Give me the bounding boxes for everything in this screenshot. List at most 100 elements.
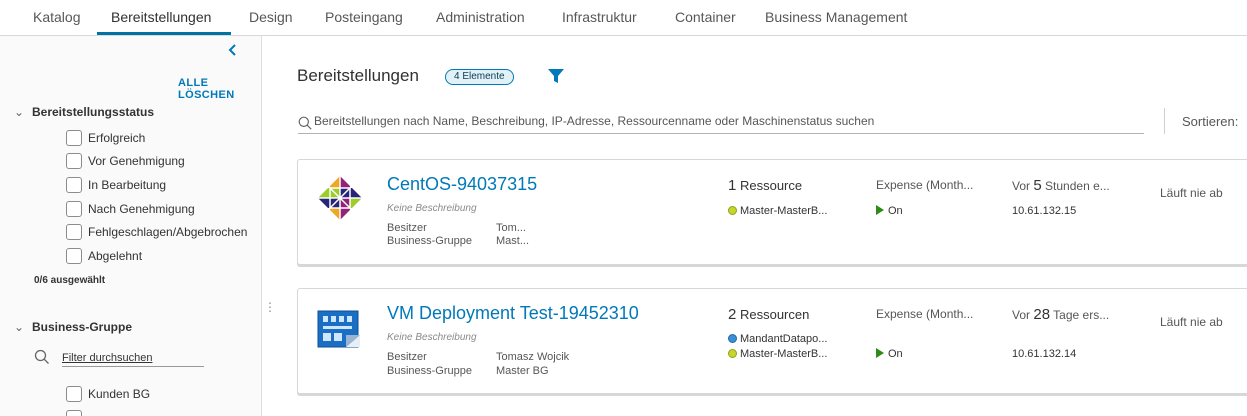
play-icon [876,348,884,358]
resource-count-word: Ressource [739,178,803,193]
tab-business-management[interactable]: Business Management [765,9,907,25]
chevron-down-icon: ⌄ [14,105,25,119]
created-prefix: Vor [1012,179,1031,193]
tab-design[interactable]: Design [249,9,293,25]
resource-count-word: Ressourcen [739,307,810,322]
sidebar-resize-handle[interactable]: ⋮ [264,300,276,314]
group-filter-search [34,349,206,367]
group-value: Mast... [496,235,530,247]
resource-count[interactable]: 2 Ressourcen [728,306,809,323]
top-navigation: Katalog Bereitstellungen Design Posteing… [0,0,1247,36]
tab-posteingang[interactable]: Posteingang [325,9,403,25]
deployment-card[interactable]: CentOS-94037315 Keine Beschreibung Besit… [297,159,1247,265]
status-option-erfolgreich[interactable]: Erfolgreich [66,130,145,148]
clear-all-button[interactable]: ALLE LÖSCHEN [178,77,261,101]
expense-label: Expense (Month... [876,178,974,192]
group-label: Business-Gruppe [387,365,472,377]
group-option-partial[interactable] [66,410,88,416]
filter-icon[interactable] [547,68,565,84]
status-option-in-bearbeitung[interactable]: In Bearbeitung [66,177,166,195]
datastore-icon [728,334,737,343]
status-option-nach-genehmigung[interactable]: Nach Genehmigung [66,201,195,219]
lease-status: Läuft nie ab [1160,186,1223,200]
checkbox[interactable] [66,410,82,416]
created-suffix: Stunden e... [1045,179,1110,193]
resource-name: MandantDatapo... [740,333,828,345]
play-icon [876,205,884,215]
option-label: Nach Genehmigung [88,202,195,216]
owner-label: Besitzer [387,351,427,363]
group-row: Business-Gruppe Master BG [387,365,549,377]
resource-item[interactable]: MandantDatapo... [728,333,827,345]
created-number: 28 [1033,306,1051,323]
created-time: Vor 28 Tage ers... [1012,306,1109,323]
status-option-vor-genehmigung[interactable]: Vor Genehmigung [66,153,185,171]
option-label: Erfolgreich [88,131,146,145]
group-section-title: Business-Gruppe [32,320,133,334]
owner-row: Besitzer Tom... [387,222,526,234]
tab-bereitstellungen[interactable]: Bereitstellungen [111,9,211,25]
ip-address: 10.61.132.14 [1012,348,1077,360]
item-count-badge: 4 Elemente [445,69,514,85]
deployment-card[interactable]: VM Deployment Test-19452310 Keine Beschr… [297,288,1247,394]
group-row: Business-Gruppe Mast... [387,235,529,247]
power-state: On [888,348,903,360]
checkbox[interactable] [66,224,82,240]
sort-dropdown[interactable]: Sortieren: [1182,114,1238,129]
active-tab-indicator [97,32,231,35]
resource-name: Master-MasterB... [740,348,828,360]
created-prefix: Vor [1012,308,1031,322]
group-option-kunden-bg[interactable]: Kunden BG [66,386,150,404]
deployment-description: Keine Beschreibung [387,203,477,214]
deployment-name-link[interactable]: CentOS-94037315 [387,174,537,195]
checkbox[interactable] [66,248,82,264]
lease-status: Läuft nie ab [1160,315,1223,329]
divider [1164,108,1165,134]
owner-label: Besitzer [387,222,427,234]
resource-name: Master-MasterB... [740,205,828,217]
filter-sidebar: ALLE LÖSCHEN ⌄ Bereitstellungsstatus Erfo… [0,36,262,416]
status-section-header[interactable]: ⌄ Bereitstellungsstatus [14,105,154,119]
owner-value: Tom... [496,222,526,234]
owner-row: Besitzer Tomasz Wojcik [387,351,569,363]
status-section-title: Bereitstellungsstatus [32,105,155,119]
group-section-header[interactable]: ⌄ Business-Gruppe [14,320,132,334]
resource-count[interactable]: 1 Ressource [728,177,802,194]
group-value: Master BG [496,365,549,377]
tab-container[interactable]: Container [675,9,736,25]
option-label: Kunden BG [88,387,151,401]
group-filter-input[interactable] [62,349,204,367]
resource-item[interactable]: Master-MasterB... [728,205,827,217]
chevron-left-icon[interactable] [226,42,240,58]
resource-item[interactable]: Master-MasterB... [728,348,827,360]
created-time: Vor 5 Stunden e... [1012,177,1110,194]
status-option-abgelehnt[interactable]: Abgelehnt [66,248,142,266]
checkbox[interactable] [66,130,82,146]
status-option-fehlgeschlagen[interactable]: Fehlgeschlagen/Abgebrochen [66,224,247,242]
created-number: 5 [1033,177,1042,194]
option-label: Abgelehnt [88,249,143,263]
deployment-name-link[interactable]: VM Deployment Test-19452310 [387,303,639,324]
checkbox[interactable] [66,201,82,217]
expense-label: Expense (Month... [876,307,974,321]
vm-icon [728,206,737,215]
checkbox[interactable] [66,177,82,193]
search-input[interactable] [314,114,1134,128]
deployment-search[interactable] [298,112,1144,134]
tab-katalog[interactable]: Katalog [33,9,80,25]
resource-count-number: 1 [728,177,737,194]
checkbox[interactable] [66,386,82,402]
tab-administration[interactable]: Administration [436,9,525,25]
owner-value: Tomasz Wojcik [496,351,570,363]
tab-infrastruktur[interactable]: Infrastruktur [562,9,637,25]
ip-address: 10.61.132.15 [1012,205,1077,217]
vm-icon [728,349,737,358]
blueprint-logo-icon [317,310,360,348]
power-status: On [876,348,903,360]
checkbox[interactable] [66,153,82,169]
group-label: Business-Gruppe [387,235,472,247]
power-state: On [888,205,903,217]
created-suffix: Tage ers... [1053,308,1110,322]
power-status: On [876,205,903,217]
search-icon [298,116,312,130]
